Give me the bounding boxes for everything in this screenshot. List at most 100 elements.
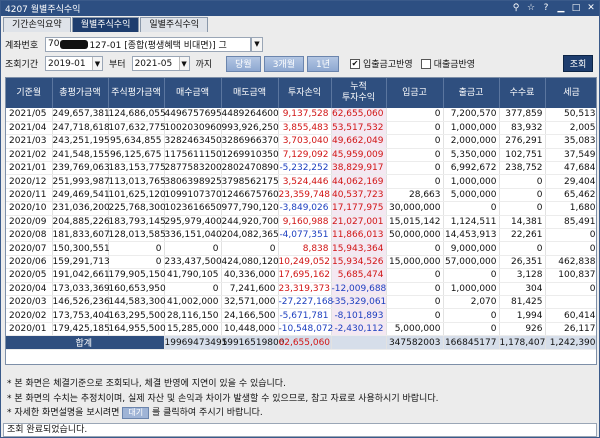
table-cell: 1,000,000 — [443, 282, 500, 296]
account-field[interactable]: 70 127-01 [종합(평생혜택 비대면)] 그 — [45, 36, 251, 52]
table-cell: 49,662,049 — [331, 134, 387, 149]
table-cell: 2021/02 — [6, 148, 53, 163]
table-cell: 377,859 — [499, 108, 546, 122]
table-row[interactable]: 2021/02 241,548,155 96,125,675 1175611150 12… — [6, 148, 596, 163]
table-row[interactable]: 2021/01 239,769,063 183,153,775 2877583200 2… — [6, 161, 596, 176]
table-cell: 2020/05 — [6, 268, 53, 283]
loan-checkbox[interactable] — [420, 58, 431, 69]
table-cell: 2020/03 — [6, 295, 53, 310]
table-cell: 2020/06 — [6, 255, 53, 270]
col-header[interactable]: 수수료 — [499, 78, 546, 108]
link-icon[interactable]: ⚲ — [510, 2, 522, 14]
table-cell: 9,137,528 — [278, 108, 332, 122]
help-icon[interactable]: ? — [540, 2, 552, 14]
table-cell: 57,000,000 — [443, 255, 500, 270]
table-cell: 1099107370 — [164, 188, 222, 203]
table-cell: 83,932 — [499, 121, 546, 136]
query-button[interactable]: 조회 — [563, 55, 593, 72]
table-cell: 40,336,000 — [221, 268, 279, 283]
period-from-field[interactable]: 2019-01 ▼ — [45, 56, 103, 71]
period-from-value: 2019-01 — [48, 58, 86, 69]
table-cell: 15,285,000 — [164, 322, 222, 337]
tab-daily-stock[interactable]: 일별주식수익 — [140, 17, 209, 32]
tab-monthly-stock[interactable]: 월별주식수익 — [71, 17, 140, 32]
col-header[interactable]: 매수금액 — [164, 78, 222, 108]
table-cell: 35,083 — [545, 134, 596, 149]
table-row[interactable]: 2020/10 231,036,200 225,768,300 1023616650 9… — [6, 201, 596, 216]
one-year-button[interactable]: 1년 — [306, 55, 339, 72]
tab-period-summary[interactable]: 기간손익요약 — [3, 17, 71, 32]
table-row[interactable]: 2020/01 179,425,185 164,955,500 15,285,000 1… — [6, 322, 596, 337]
table-cell: 32,571,000 — [221, 295, 279, 310]
table-row[interactable]: 2021/05 249,657,381 124,686,055 4496757695 4… — [6, 108, 596, 122]
window-title: 4207 월별주식수익 — [5, 5, 81, 15]
table-row[interactable]: 2020/04 173,033,369 160,653,950 0 7,241,600 2… — [6, 282, 596, 296]
table-row[interactable]: 2021/04 247,718,618 107,632,775 1002030960 9… — [6, 121, 596, 136]
table-cell: 249,469,541 — [52, 188, 110, 203]
table-cell: 0 — [386, 282, 444, 296]
table-row[interactable]: 2020/08 181,833,607 128,013,585 336,151,040… — [6, 228, 596, 243]
table-cell: 231,036,200 — [52, 201, 110, 216]
table-cell: 96,125,675 — [108, 148, 165, 163]
table-cell: 249,657,381 — [52, 108, 110, 122]
loan-option[interactable]: 대출금반영 — [420, 57, 475, 70]
col-header[interactable]: 출금고 — [443, 78, 500, 108]
table-cell: 15,943,364 — [331, 241, 387, 256]
col-header[interactable]: 입금고 — [386, 78, 444, 108]
table-cell: 2020/02 — [6, 308, 53, 323]
table-cell: 113,013,765 — [108, 174, 166, 189]
table-row[interactable]: 2020/11 249,469,541 101,625,120 1099107370 1… — [6, 188, 596, 203]
table-cell: 163,295,500 — [108, 308, 166, 323]
table-cell: 124,686,055 — [108, 108, 166, 122]
table-cell: 5,000,000 — [443, 188, 500, 203]
table-row[interactable]: 2021/03 243,251,195 95,634,855 3282463450 32… — [6, 134, 596, 149]
minimize-icon[interactable]: ▁ — [555, 2, 567, 14]
col-header[interactable]: 투자손익 — [278, 78, 332, 108]
col-header[interactable]: 기준월 — [6, 78, 53, 108]
close-icon[interactable]: ✕ — [585, 2, 597, 14]
help-button[interactable]: 대기 — [122, 407, 150, 419]
maximize-icon[interactable]: □ — [570, 2, 582, 14]
table-cell: 304 — [499, 282, 546, 296]
table-row[interactable]: 2020/06 159,291,713 0 233,437,500 424,080,12… — [6, 255, 596, 270]
this-month-button[interactable]: 당월 — [226, 55, 261, 72]
table-cell: 0 — [386, 161, 444, 176]
deposit-option-label: 입출금고반영 — [363, 60, 413, 70]
table-cell: 41,790,105 — [164, 268, 222, 283]
table-cell: 3798562175 — [221, 174, 279, 189]
account-dropdown-icon[interactable]: ▼ — [251, 36, 263, 52]
deposit-checkbox[interactable]: ✔ — [350, 58, 360, 69]
deposit-option[interactable]: ✔ 입출금고반영 — [350, 57, 413, 70]
col-header[interactable]: 총평가금액 — [52, 78, 109, 108]
col-header[interactable]: 매도금액 — [221, 78, 279, 108]
table-cell: 239,769,063 — [52, 161, 110, 176]
note-text: * 자세한 화면설명을 보시려면 — [7, 408, 120, 418]
three-months-button[interactable]: 3개월 — [263, 55, 304, 72]
table-row[interactable]: 2020/02 173,753,404 163,295,500 28,116,150 2… — [6, 308, 596, 323]
table-cell: 0 — [164, 241, 222, 256]
table-row[interactable]: 2020/09 204,885,226 183,793,145 295,979,400… — [6, 215, 596, 230]
table-cell: 22,261 — [499, 228, 546, 243]
col-header[interactable]: 누적 투자수익 — [331, 78, 387, 108]
table-cell: 2020/12 — [6, 174, 53, 189]
table-cell: 128,013,585 — [108, 228, 166, 243]
table-cell: 1023616650 — [164, 201, 222, 216]
table-cell: 0 — [386, 134, 444, 149]
col-header[interactable]: 주식평가금액 — [108, 78, 165, 108]
chevron-down-icon[interactable]: ▼ — [178, 57, 189, 70]
table-cell: 4489264600 — [221, 108, 279, 122]
star-icon[interactable]: ☆ — [525, 2, 537, 14]
table-cell: 2877583200 — [164, 161, 222, 176]
table-cell: 21,027,001 — [331, 215, 387, 230]
table-row[interactable]: 2020/03 146,526,236 144,583,300 41,002,000 3… — [6, 295, 596, 310]
table-cell: 0 — [386, 268, 444, 283]
table-cell: 251,993,987 — [52, 174, 110, 189]
table-row[interactable]: 2020/05 191,042,661 179,905,150 41,790,105 4… — [6, 268, 596, 283]
table-cell — [545, 295, 596, 310]
table-row[interactable]: 2020/07 150,300,551 0 0 0 8,838 15,943,364 0 9,0… — [6, 241, 596, 256]
table-cell: 0 — [108, 241, 165, 256]
period-to-field[interactable]: 2021-05 ▼ — [131, 56, 190, 71]
table-row[interactable]: 2020/12 251,993,987 113,013,765 3806398925 3… — [6, 174, 596, 189]
chevron-down-icon[interactable]: ▼ — [92, 57, 102, 70]
col-header[interactable]: 세금 — [545, 78, 596, 108]
